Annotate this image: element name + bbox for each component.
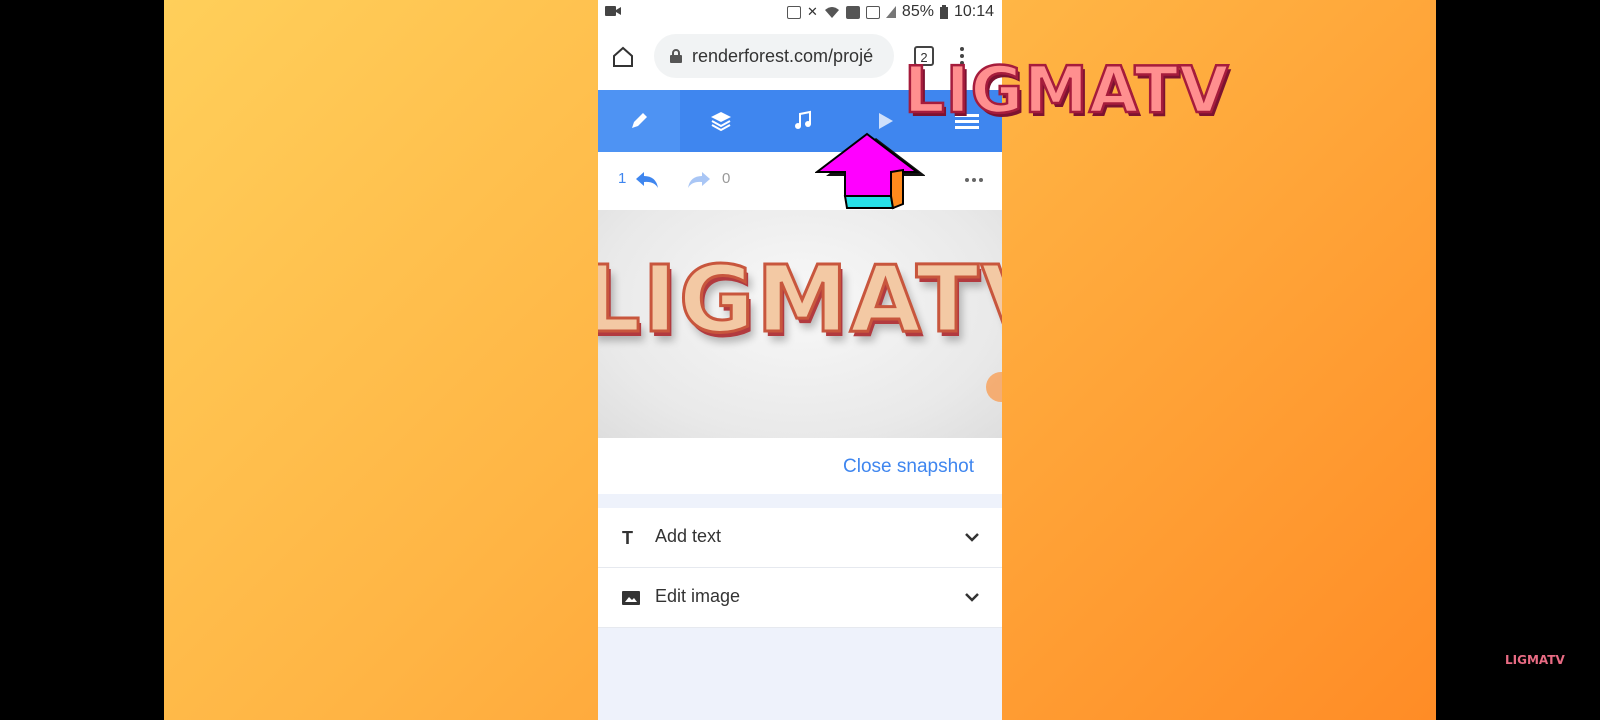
signal-icon	[885, 6, 896, 18]
status-bar: ✕ 85% 10:14	[598, 0, 1002, 24]
chevron-down-icon	[965, 593, 979, 602]
preview-logo-text: LIGMATV	[598, 245, 1002, 355]
undo-icon[interactable]	[634, 168, 660, 190]
preview-handle[interactable]	[986, 372, 1002, 402]
address-field[interactable]: renderforest.com/projé	[654, 34, 894, 78]
undo-count: 1	[618, 170, 627, 187]
data-icon	[865, 5, 880, 19]
wifi-icon	[824, 7, 839, 18]
sim-icon	[845, 5, 860, 19]
mute-icon: ✕	[807, 4, 818, 19]
battery-icon	[939, 5, 948, 19]
edit-sections: T Add text Edit image	[598, 508, 1002, 628]
image-icon	[622, 591, 640, 605]
add-text-label: Add text	[655, 526, 722, 546]
video-record-icon	[605, 6, 621, 16]
redo-count: 0	[722, 170, 731, 187]
edit-image-section[interactable]: Edit image	[598, 568, 1002, 628]
chevron-down-icon	[965, 533, 979, 542]
lock-icon	[670, 49, 682, 63]
redo-icon[interactable]	[686, 168, 712, 190]
url-text: renderforest.com/projé	[692, 45, 874, 66]
battery-percent: 85%	[901, 3, 934, 20]
more-options-icon[interactable]	[965, 178, 983, 182]
video-preview[interactable]: LIGMATV	[598, 210, 1002, 438]
clock: 10:14	[953, 3, 994, 20]
watermark-large: LIGMATV	[903, 53, 1230, 130]
watermark-small: LIGMATV	[1505, 653, 1565, 667]
text-icon: T	[622, 528, 633, 548]
pointer-arrow-icon	[815, 132, 925, 210]
cast-icon	[787, 5, 802, 19]
pencil-icon[interactable]	[598, 90, 680, 152]
edit-image-label: Edit image	[655, 586, 741, 606]
history-bar: 1 0	[598, 152, 1002, 210]
layers-icon[interactable]	[680, 90, 762, 152]
close-snapshot-link[interactable]: Close snapshot	[843, 456, 974, 478]
home-icon[interactable]	[610, 44, 636, 70]
add-text-section[interactable]: T Add text	[598, 508, 1002, 568]
snapshot-bar: Close snapshot	[598, 438, 1002, 494]
